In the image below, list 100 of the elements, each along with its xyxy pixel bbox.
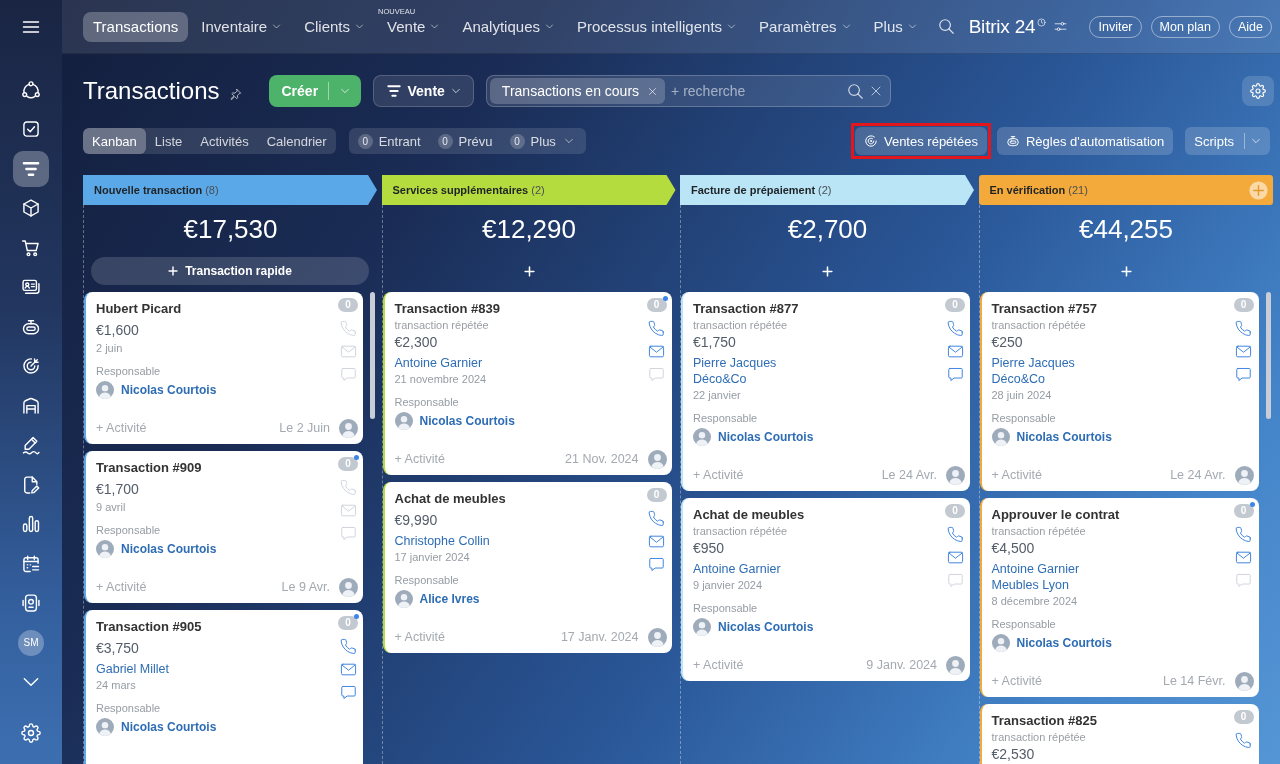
sliders-icon[interactable] <box>1054 20 1068 33</box>
deal-card[interactable]: Achat de meubles transaction répétée €950 Antoine Garnier 9 janvier 2024 Responsable Nicolas Courtois 0 + Activité 9 Janv. 2024 <box>681 498 970 681</box>
responsible-link[interactable]: Nicolas Courtois <box>121 720 217 734</box>
counter-badge: 0 <box>338 298 358 312</box>
phone-icon[interactable] <box>946 526 964 543</box>
settings-icon <box>21 723 41 743</box>
contact-link[interactable]: Pierre Jacques <box>991 355 1075 371</box>
phone-icon[interactable] <box>1235 732 1252 749</box>
deal-card[interactable]: Transaction #909 €1,700 9 avril Responsable Nicolas Courtois 0 + Activité Le 9 Avr. <box>84 451 363 603</box>
scripts-button[interactable]: Scripts <box>1185 127 1270 155</box>
box-icon <box>21 198 41 219</box>
contact-link[interactable]: Déco&Co <box>991 371 1045 387</box>
sidebar-item[interactable] <box>13 150 49 187</box>
activity-date: 17 Janv. 2024 <box>560 630 639 644</box>
column-total: €2,700 <box>786 213 869 246</box>
contact-link[interactable]: Meubles Lyon <box>991 577 1069 593</box>
phone-icon[interactable] <box>339 638 357 655</box>
responsible-link[interactable]: Nicolas Courtois <box>718 430 814 444</box>
card-title[interactable]: Transaction #825 <box>991 712 1097 729</box>
contact-link[interactable]: Antoine Garnier <box>991 561 1080 577</box>
contact-link[interactable]: Déco&Co <box>693 371 747 387</box>
card-title[interactable]: Achat de meubles <box>693 506 805 523</box>
automation-button[interactable]: Règles d'automatisation <box>996 127 1174 155</box>
mail-icon[interactable] <box>648 533 665 550</box>
phone-icon[interactable] <box>1235 526 1252 543</box>
view-tab[interactable]: Activités <box>191 128 258 154</box>
mail-icon[interactable] <box>339 661 357 678</box>
add-button[interactable] <box>822 265 833 277</box>
card-title[interactable]: Transaction #909 <box>96 459 202 476</box>
deal-card[interactable]: Hubert Picard €1,600 2 juin Responsable Nicolas Courtois 0 + Activité Le 2 Juin <box>84 292 363 444</box>
nav-tab[interactable]: Clients <box>294 11 375 42</box>
nav-tab[interactable]: Transactions <box>83 11 189 42</box>
mail-icon[interactable] <box>648 343 665 360</box>
search-icon[interactable] <box>846 82 864 100</box>
logo[interactable]: Bitrix 24 <box>968 15 1036 38</box>
add-button[interactable] <box>1120 265 1132 277</box>
view-tab[interactable]: Calendrier <box>257 128 336 154</box>
responsible-link[interactable]: Nicolas Courtois <box>1016 430 1112 444</box>
search-field[interactable]: Transactions en cours + recherche <box>485 75 891 107</box>
responsible-link[interactable]: Alice Ivres <box>419 592 480 606</box>
close-icon[interactable] <box>869 85 882 97</box>
nav-tab[interactable]: Inventaire <box>191 11 292 42</box>
settings-button[interactable] <box>1242 76 1274 106</box>
responsible-link[interactable]: Nicolas Courtois <box>718 620 814 634</box>
deal-card[interactable]: Transaction #905 €3,750 Gabriel Millet 24 mars Responsable Nicolas Courtois 0 <box>84 610 363 764</box>
card-title[interactable]: Transaction #757 <box>991 300 1097 317</box>
counter-filter[interactable]: 0 Plus <box>509 133 574 149</box>
contact-link[interactable]: Christophe Collin <box>394 533 490 549</box>
phone-icon[interactable] <box>648 320 665 337</box>
deal-card[interactable]: Transaction #825 transaction répétée €2,530 0 <box>979 704 1259 764</box>
quick-add-button[interactable]: Transaction rapide <box>91 257 369 285</box>
activity-date: Le 24 Avr. <box>1170 468 1226 482</box>
nav-tab[interactable]: Plus <box>863 11 927 42</box>
mail-icon[interactable] <box>1235 549 1252 566</box>
mail-icon[interactable] <box>946 549 964 566</box>
responsible-link[interactable]: Nicolas Courtois <box>121 383 217 397</box>
counter-filter[interactable]: 0 Entrant <box>357 133 421 149</box>
counter-filter[interactable]: 0 Prévu <box>437 133 493 149</box>
view-tab[interactable]: Liste <box>145 128 192 154</box>
responsible-link[interactable]: Nicolas Courtois <box>419 414 515 428</box>
repeat-sales-button[interactable]: Ventes répétées <box>854 127 987 155</box>
scrollbar-thumb[interactable] <box>370 292 375 419</box>
chat-icon[interactable] <box>648 556 665 573</box>
chat-icon[interactable] <box>1235 366 1252 383</box>
chat-icon[interactable] <box>339 684 357 701</box>
mail-icon[interactable] <box>1235 343 1252 360</box>
card-title[interactable]: Transaction #905 <box>96 618 202 635</box>
deal-card[interactable]: Transaction #757 transaction répétée €250 Pierre Jacques Déco&Co 28 juin 2024 Responsable Nicolas Courtois 0 + Activité Le 24 Avr. <box>979 292 1259 491</box>
user-avatar[interactable]: SM <box>18 629 44 656</box>
chat-icon[interactable] <box>946 366 964 383</box>
pin-icon[interactable] <box>228 87 242 101</box>
card-title[interactable]: Transaction #877 <box>693 300 799 317</box>
filter-tag[interactable]: Transactions en cours <box>489 78 666 104</box>
contact-link[interactable]: Gabriel Millet <box>96 661 169 677</box>
deal-card[interactable]: Achat de meubles €9,990 Christophe Collin 17 janvier 2024 Responsable Alice Ivres 0 + Activité 17 Janv. 2024 <box>382 482 672 653</box>
responsible-link[interactable]: Nicolas Courtois <box>1016 636 1112 650</box>
deal-card[interactable]: Transaction #839 transaction répétée €2,300 Antoine Garnier 21 novembre 2024 Responsable Nicolas Courtois 0 + Activité 21 Nov. 2024 <box>382 292 672 475</box>
avatar-icon <box>991 428 1010 446</box>
card-title[interactable]: Approuver le contrat <box>991 506 1120 523</box>
responsible-link[interactable]: Nicolas Courtois <box>121 542 217 556</box>
deal-card[interactable]: Approuver le contrat transaction répétée €4,500 Antoine Garnier Meubles Lyon 8 décembre 2024 Responsable Nicolas Courtois 0 + Activité Le 14 Févr. <box>979 498 1259 697</box>
phone-icon[interactable] <box>648 510 665 527</box>
card-title[interactable]: Hubert Picard <box>96 300 182 317</box>
card-title[interactable]: Achat de meubles <box>394 490 506 507</box>
contact-link[interactable]: Antoine Garnier <box>693 561 781 577</box>
category-button[interactable]: Vente <box>372 75 474 107</box>
add-button[interactable] <box>523 265 535 277</box>
contact-link[interactable]: Antoine Garnier <box>394 355 483 371</box>
contact-link[interactable]: Pierre Jacques <box>693 355 777 371</box>
phone-icon[interactable] <box>946 320 964 337</box>
phone-icon[interactable] <box>1235 320 1252 337</box>
nav-tab[interactable]: Processus intelligents <box>567 11 747 42</box>
search-button[interactable] <box>937 18 955 35</box>
nav-tab[interactable]: Paramètres <box>749 11 861 42</box>
mail-icon[interactable] <box>946 343 964 360</box>
scrollbar-thumb[interactable] <box>1265 292 1271 419</box>
nav-tab[interactable]: Analytiques <box>452 11 564 42</box>
card-title[interactable]: Transaction #839 <box>394 300 500 317</box>
view-tab[interactable]: Kanban <box>83 128 146 154</box>
deal-card[interactable]: Transaction #877 transaction répétée €1,750 Pierre Jacques Déco&Co 22 janvier Responsable Nicolas Courtois 0 + Activité Le 24 Avr. <box>681 292 970 491</box>
